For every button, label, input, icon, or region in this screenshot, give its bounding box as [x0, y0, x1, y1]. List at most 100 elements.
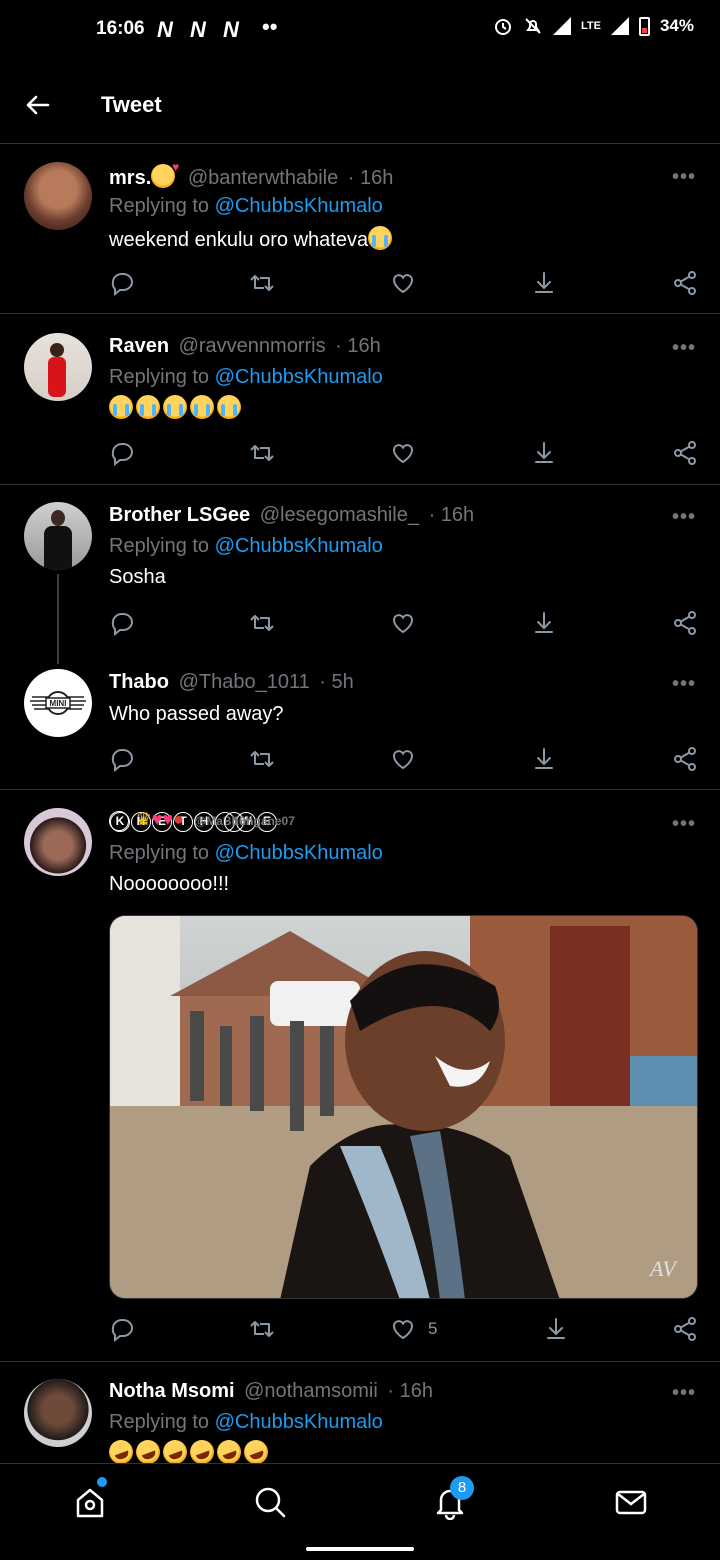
strawberry-emoji: ●	[173, 809, 184, 829]
more-options-icon[interactable]: •••	[672, 166, 696, 189]
tweet-actions: 5	[0, 1316, 720, 1346]
share-icon[interactable]	[672, 1316, 698, 1342]
rofl-emoji	[186, 1436, 218, 1463]
share-icon[interactable]	[672, 440, 698, 466]
avatar[interactable]: MINI	[24, 669, 92, 737]
smiling-hearts-emoji	[151, 160, 179, 188]
like-icon[interactable]	[390, 440, 416, 466]
download-icon[interactable]	[531, 270, 557, 296]
tweet-meta: Notha Msomi @nothamsomii · 16h	[109, 1380, 433, 1403]
signal-icon	[610, 17, 629, 35]
display-name[interactable]: mrs.	[109, 167, 151, 189]
battery-level: 34%	[659, 16, 694, 35]
handle[interactable]: @banterwthabile	[188, 167, 338, 189]
handle[interactable]: @Thabo_1011	[179, 671, 310, 693]
replying-label: Replying to	[109, 535, 210, 557]
avatar[interactable]	[24, 808, 92, 876]
display-name[interactable]: Brother LSGee	[109, 504, 250, 526]
download-icon[interactable]	[531, 610, 557, 636]
search-icon[interactable]	[252, 1484, 288, 1520]
like-count: 5	[428, 1319, 438, 1338]
status-bar: 16:06 N N N •• LTE 34%	[0, 0, 720, 60]
notifications-badge: 8	[450, 1476, 474, 1500]
reply-icon[interactable]	[109, 1316, 135, 1342]
tweet[interactable]: Brother LSGee @lesegomashile_ · 16h ••• …	[0, 486, 720, 652]
tweet-text: weekend enkulu oro whateva	[109, 226, 395, 252]
timestamp: · 16h	[335, 335, 381, 357]
tweet-text: Noooooooo!!!	[109, 873, 230, 895]
like-icon[interactable]	[390, 270, 416, 296]
mention-link[interactable]: @ChubbsKhumalo	[215, 535, 383, 557]
tweet-actions	[0, 440, 720, 470]
tweet[interactable]: Raven @ravvennmorris · 16h ••• Replying …	[0, 315, 720, 485]
share-icon[interactable]	[672, 610, 698, 636]
avatar[interactable]	[24, 502, 92, 570]
download-icon[interactable]	[543, 1316, 569, 1342]
download-icon[interactable]	[531, 746, 557, 772]
hearts-emoji: ♥♥	[151, 809, 174, 829]
retweet-icon[interactable]	[249, 270, 275, 296]
tweet[interactable]: mrs. @banterwthabile · 16h ••• Replying …	[0, 144, 720, 314]
crying-emoji	[190, 395, 214, 419]
replying-to: Replying to @ChubbsKhumalo	[109, 366, 383, 389]
share-icon[interactable]	[672, 746, 698, 772]
tweet-text	[105, 1436, 272, 1463]
handle[interactable]: @ravvennmorris	[179, 335, 326, 357]
more-options-icon[interactable]: •••	[672, 337, 696, 360]
notification-icon: N	[190, 17, 206, 42]
mention-link[interactable]: @ChubbsKhumalo	[215, 195, 383, 217]
home-indicator[interactable]	[306, 1547, 414, 1551]
display-name[interactable]: Notha Msomi	[109, 1380, 235, 1402]
retweet-icon[interactable]	[249, 440, 275, 466]
rofl-emoji	[213, 1436, 245, 1463]
share-icon[interactable]	[672, 270, 698, 296]
network-type: LTE	[581, 20, 601, 32]
display-name[interactable]: KHETHIWE	[109, 811, 277, 832]
mention-link[interactable]: @ChubbsKhumalo	[215, 366, 383, 388]
tweet-image[interactable]: AV	[109, 915, 698, 1299]
more-options-icon[interactable]: •••	[672, 673, 696, 696]
download-icon[interactable]	[531, 440, 557, 466]
svg-text:MINI: MINI	[50, 699, 67, 708]
display-name[interactable]: Thabo	[109, 671, 169, 693]
handle[interactable]: @nothamsomii	[244, 1380, 378, 1402]
retweet-icon[interactable]	[249, 610, 275, 636]
avatar[interactable]	[24, 333, 92, 401]
retweet-icon[interactable]	[249, 1316, 275, 1342]
like-icon[interactable]	[390, 746, 416, 772]
avatar[interactable]	[24, 1379, 92, 1447]
like-icon[interactable]	[390, 1316, 416, 1342]
crying-emoji	[136, 395, 160, 419]
tweet[interactable]: Notha Msomi @nothamsomii · 16h ••• Reply…	[0, 1362, 720, 1463]
retweet-icon[interactable]	[249, 746, 275, 772]
replying-label: Replying to	[109, 1411, 210, 1433]
more-options-icon[interactable]: •••	[672, 506, 696, 529]
handle[interactable]: @lesegomashile_	[260, 504, 419, 526]
replying-label: Replying to	[109, 842, 210, 864]
more-options-icon[interactable]: •••	[672, 1382, 696, 1405]
tweet-actions	[0, 270, 720, 300]
reply-icon[interactable]	[109, 610, 135, 636]
display-name[interactable]: Raven	[109, 335, 169, 357]
tweet[interactable]: MINI Thabo @Thabo_1011 · 5h ••• Who pass…	[0, 652, 720, 790]
mention-link[interactable]: @ChubbsKhumalo	[215, 842, 383, 864]
reply-icon[interactable]	[109, 746, 135, 772]
rofl-emoji	[132, 1436, 164, 1463]
reply-icon[interactable]	[109, 270, 135, 296]
home-icon[interactable]	[72, 1484, 108, 1520]
messages-mail-icon[interactable]	[613, 1484, 649, 1520]
back-arrow-icon[interactable]	[24, 92, 50, 118]
mention-link[interactable]: @ChubbsKhumalo	[215, 1411, 383, 1433]
handle[interactable]: @MaBhungane07	[193, 812, 295, 832]
rofl-emoji	[105, 1436, 137, 1463]
avatar[interactable]	[24, 162, 92, 230]
notification-icon: N	[223, 17, 239, 42]
like-icon[interactable]	[390, 610, 416, 636]
tweet-actions	[0, 610, 720, 640]
reply-icon[interactable]	[109, 440, 135, 466]
tweet-text: Who passed away?	[109, 703, 284, 725]
bottom-navigation: 8	[0, 1463, 720, 1560]
more-options-icon[interactable]: •••	[672, 813, 696, 836]
photo: AV	[110, 916, 697, 1298]
timestamp: · 5h	[319, 671, 354, 693]
